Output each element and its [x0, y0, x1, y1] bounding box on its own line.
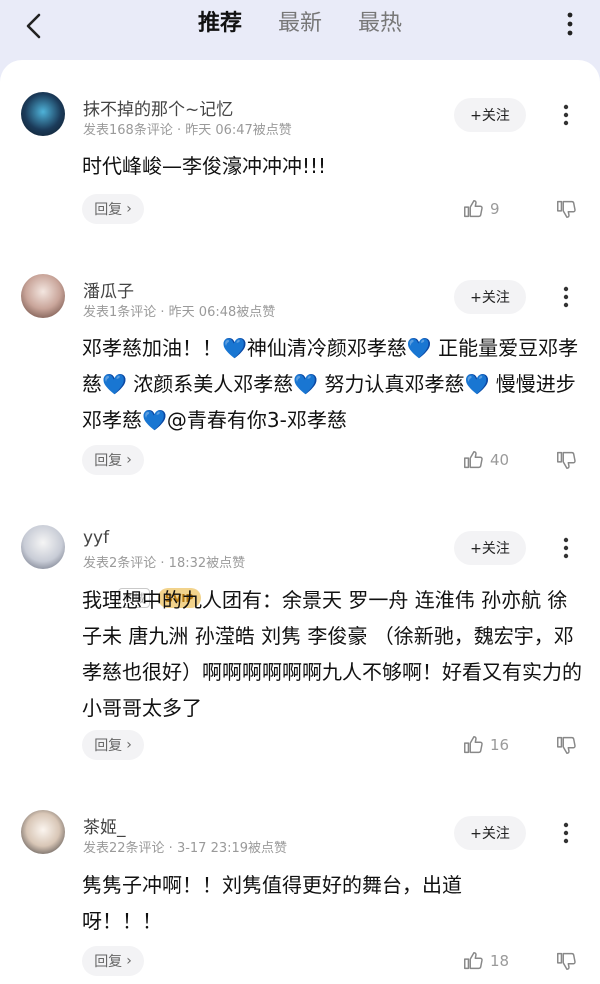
dislike-button[interactable]: [555, 445, 577, 475]
reply-label: 回复: [94, 954, 123, 970]
thumbs-up-icon: [464, 451, 483, 469]
comment-text: 我理想中的九人团有：余景天 罗一舟 连淮伟 孙亦航 徐子未 唐九洲 孙滢皓 刘隽…: [82, 588, 582, 720]
thumbs-down-icon: [557, 736, 576, 754]
like-count: 16: [490, 736, 510, 754]
like-count: 18: [490, 952, 510, 970]
comment-meta: 发表1条评论 · 昨天 06:48被点赞: [83, 305, 276, 320]
reply-button[interactable]: 回复 ›: [82, 730, 144, 760]
avatar[interactable]: [21, 810, 65, 854]
avatar[interactable]: [21, 92, 65, 136]
reply-button[interactable]: 回复 ›: [82, 194, 144, 224]
tab-hottest[interactable]: 最热: [358, 5, 402, 37]
reply-label: 回复: [94, 453, 123, 469]
thumbs-up-icon: [464, 736, 483, 754]
chevron-right-icon: ›: [126, 737, 132, 753]
like-button[interactable]: 9: [462, 194, 500, 224]
avatar[interactable]: [21, 525, 65, 569]
comment-meta: 发表168条评论 · 昨天 06:47被点赞: [83, 123, 292, 138]
like-button[interactable]: 18: [462, 946, 509, 976]
back-icon[interactable]: [18, 10, 50, 42]
comment-meta: 发表22条评论 · 3-17 23:19被点赞: [83, 841, 288, 856]
top-bar: 推荐 最新 最热: [0, 0, 600, 60]
avatar[interactable]: [21, 274, 65, 318]
comment-text: 邓孝慈加油！！💙神仙清冷颜邓孝慈💙 正能量爱豆邓孝慈💙 浓颜系美人邓孝慈💙 努力…: [82, 336, 579, 432]
like-button[interactable]: 16: [462, 730, 509, 760]
reply-button[interactable]: 回复 ›: [82, 445, 144, 475]
like-button[interactable]: 40: [462, 445, 509, 475]
username[interactable]: 潘瓜子: [83, 277, 134, 302]
dislike-button[interactable]: [555, 194, 577, 224]
comment-list: 抹不掉的那个~记忆 发表168条评论 · 昨天 06:47被点赞 +关注 时代峰…: [0, 60, 600, 984]
thumbs-up-icon: [464, 200, 483, 218]
comment-text: 隽隽子冲啊！！刘隽值得更好的舞台，出道呀！！！: [82, 873, 462, 933]
chevron-right-icon: ›: [126, 201, 132, 217]
username[interactable]: 茶姬_: [83, 813, 126, 838]
comment-text: 时代峰峻—李俊濠冲冲冲!!!: [82, 154, 327, 178]
thumbs-down-icon: [557, 200, 576, 218]
tab-recommended[interactable]: 推荐: [198, 5, 242, 37]
username[interactable]: yyf: [83, 528, 109, 548]
follow-button[interactable]: +关注: [454, 816, 526, 850]
reply-label: 回复: [94, 738, 123, 754]
sort-tabs: 推荐 最新 最热: [198, 5, 402, 37]
thumbs-down-icon: [557, 451, 576, 469]
reply-button[interactable]: 回复 ›: [82, 946, 144, 976]
more-icon[interactable]: [556, 818, 576, 848]
dislike-button[interactable]: [555, 730, 577, 760]
like-count: 9: [490, 200, 500, 218]
thumbs-up-icon: [464, 952, 483, 970]
chevron-right-icon: ›: [126, 953, 132, 969]
reply-label: 回复: [94, 202, 123, 218]
thumbs-down-icon: [557, 952, 576, 970]
dislike-button[interactable]: [555, 946, 577, 976]
follow-button[interactable]: +关注: [454, 531, 526, 565]
username[interactable]: 抹不掉的那个~记忆: [83, 95, 233, 120]
more-icon[interactable]: [556, 282, 576, 312]
follow-button[interactable]: +关注: [454, 98, 526, 132]
like-count: 40: [490, 451, 510, 469]
more-icon[interactable]: [556, 100, 576, 130]
tab-latest[interactable]: 最新: [278, 5, 322, 37]
follow-button[interactable]: +关注: [454, 280, 526, 314]
more-icon[interactable]: [560, 8, 580, 40]
comment-meta: 发表2条评论 · 18:32被点赞: [83, 556, 246, 571]
chevron-right-icon: ›: [126, 452, 132, 468]
more-icon[interactable]: [556, 533, 576, 563]
